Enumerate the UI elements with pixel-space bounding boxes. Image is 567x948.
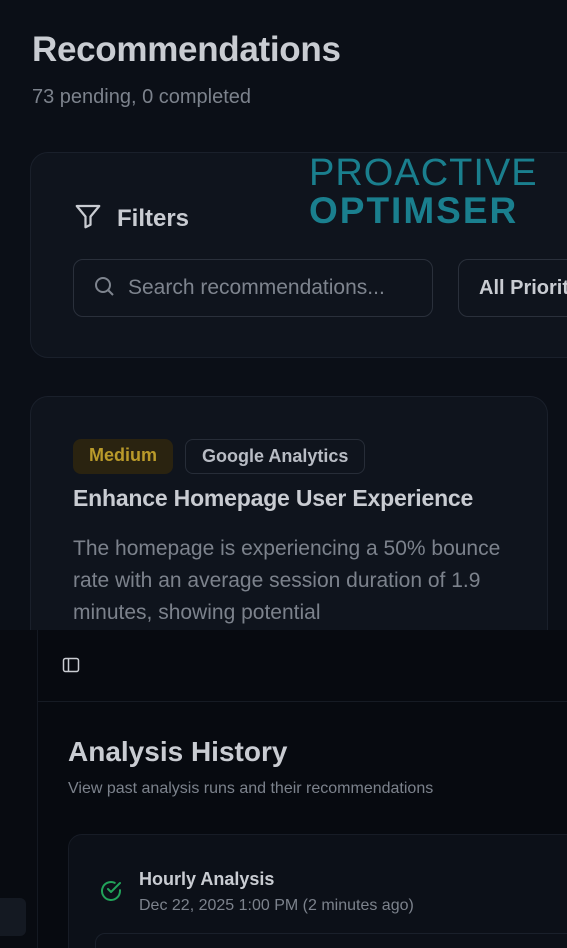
sidebar-strip <box>0 630 38 948</box>
filters-label: Filters <box>117 204 190 232</box>
logo-line-2: OPTIMSER <box>309 190 519 231</box>
page-subtitle: 73 pending, 0 completed <box>32 86 252 108</box>
page-title: Recommendations <box>32 30 341 69</box>
panel-topbar <box>38 630 567 702</box>
search-input[interactable] <box>128 276 418 300</box>
run-name: Hourly Analysis <box>139 869 275 889</box>
recommendation-title: Enhance Homepage User Experience <box>73 485 474 511</box>
sidebar-item[interactable] <box>0 898 26 936</box>
filters-header: Filters <box>73 201 189 236</box>
filter-icon <box>73 201 103 236</box>
source-badge: Google Analytics <box>185 439 366 474</box>
history-title: Analysis History <box>68 736 288 767</box>
check-circle-icon <box>99 879 123 908</box>
analysis-run-card[interactable]: Hourly Analysis Dec 22, 2025 1:00 PM (2 … <box>68 834 567 948</box>
recommendation-description: The homepage is experiencing a 50% bounc… <box>73 537 501 624</box>
history-subtitle: View past analysis runs and their recomm… <box>68 780 434 797</box>
sidebar-toggle-icon[interactable] <box>62 656 80 674</box>
run-details[interactable] <box>95 933 567 948</box>
analysis-history-panel: Analysis History View past analysis runs… <box>38 630 567 948</box>
priority-badge: Medium <box>73 439 174 474</box>
brand-logo: PROACTIVE OPTIMSER <box>309 153 538 229</box>
app-window: Recommendations 73 pending, 0 completed … <box>0 0 567 948</box>
priority-select[interactable]: All Priorities <box>458 259 567 317</box>
badge-row: Medium Google Analytics <box>73 439 366 474</box>
search-box[interactable] <box>73 259 433 317</box>
run-date: Dec 22, 2025 1:00 PM (2 minutes ago) <box>139 897 414 914</box>
search-icon <box>92 274 116 303</box>
logo-line-1: PROACTIVE <box>309 152 538 194</box>
